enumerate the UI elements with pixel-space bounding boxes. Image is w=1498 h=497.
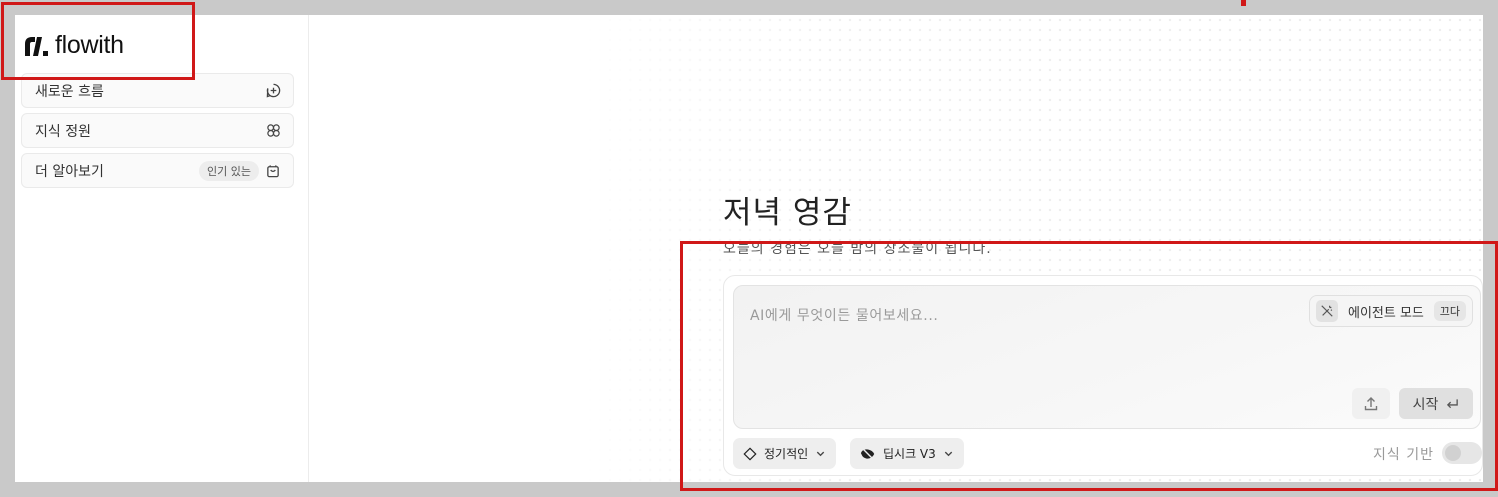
whale-icon bbox=[860, 448, 875, 459]
upload-icon bbox=[1364, 396, 1378, 410]
upload-button[interactable] bbox=[1352, 388, 1390, 419]
chevron-down-icon bbox=[944, 451, 952, 457]
start-button-label: 시작 bbox=[1412, 396, 1439, 413]
sidebar: flowith 새로운 흐름 지식 정원 더 알아보기 인기 있는 bbox=[15, 15, 309, 482]
shopping-bag-icon bbox=[265, 163, 281, 179]
plus-circle-icon bbox=[265, 83, 281, 99]
mode-selector[interactable]: 정기적인 bbox=[733, 438, 837, 469]
sidebar-item-label: 더 알아보기 bbox=[35, 163, 104, 180]
composer-panel: AI에게 무엇이든 물어보세요... 에이전트 모드 끄다 시작 정기적인 딥시… bbox=[723, 275, 1483, 476]
page-subtitle: 오늘의 경험은 오늘 밤의 창조물이 됩니다. bbox=[723, 241, 992, 257]
model-selector[interactable]: 딥시크 V3 bbox=[850, 438, 964, 469]
sidebar-item-label: 지식 정원 bbox=[35, 123, 91, 140]
page-title: 저녁 영감 bbox=[723, 195, 852, 231]
prompt-placeholder: AI에게 무엇이든 물어보세요... bbox=[750, 308, 939, 324]
diamond-icon bbox=[743, 446, 757, 461]
sidebar-item-knowledge-garden[interactable]: 지식 정원 bbox=[21, 113, 294, 148]
sidebar-item-label: 새로운 흐름 bbox=[35, 83, 104, 100]
flower-icon bbox=[265, 123, 281, 139]
enter-key-icon bbox=[1447, 398, 1459, 408]
knowledge-base-switch[interactable] bbox=[1442, 442, 1482, 464]
app-window: flowith 새로운 흐름 지식 정원 더 알아보기 인기 있는 저녁 영감 … bbox=[15, 15, 1483, 482]
mode-selector-label: 정기적인 bbox=[764, 447, 809, 461]
agent-mode-state: 끄다 bbox=[1433, 301, 1466, 321]
brand-logo[interactable]: flowith bbox=[23, 31, 124, 60]
magic-wand-off-icon bbox=[1316, 300, 1338, 322]
start-button[interactable]: 시작 bbox=[1399, 388, 1473, 419]
annotation-mark bbox=[1241, 0, 1246, 6]
popular-badge: 인기 있는 bbox=[199, 160, 259, 181]
sidebar-item-explore[interactable]: 더 알아보기 인기 있는 bbox=[21, 153, 294, 188]
brand-name: flowith bbox=[55, 31, 124, 59]
prompt-input[interactable]: AI에게 무엇이든 물어보세요... 에이전트 모드 끄다 시작 bbox=[733, 285, 1481, 429]
agent-mode-toggle[interactable]: 에이전트 모드 끄다 bbox=[1309, 295, 1473, 327]
model-selector-label: 딥시크 V3 bbox=[883, 447, 936, 461]
agent-mode-label: 에이전트 모드 bbox=[1348, 305, 1424, 321]
sidebar-item-new-flow[interactable]: 새로운 흐름 bbox=[21, 73, 294, 108]
flowith-logo-icon bbox=[25, 36, 48, 56]
chevron-down-icon bbox=[816, 451, 825, 457]
knowledge-base-label: 지식 기반 bbox=[1373, 447, 1434, 463]
